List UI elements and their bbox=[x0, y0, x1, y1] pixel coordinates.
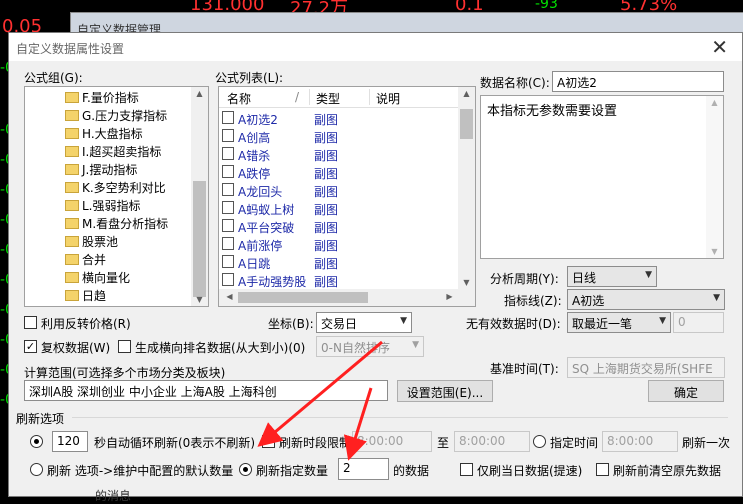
arrow-to-count bbox=[343, 387, 373, 461]
arrow-to-interval bbox=[257, 340, 383, 447]
annotation-arrows bbox=[257, 340, 383, 461]
